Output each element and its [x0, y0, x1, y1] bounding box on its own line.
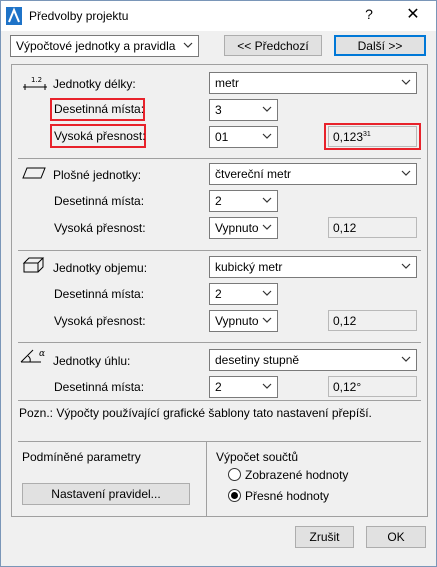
length-preview-value: 0,123 — [333, 130, 364, 144]
chevron-down-icon — [401, 79, 411, 85]
previous-button[interactable]: << Předchozí — [224, 35, 322, 56]
vertical-divider — [206, 442, 207, 516]
conditional-params-label: Podmíněné parametry — [22, 450, 141, 464]
section-select-value: Výpočtové jednotky a pravidla — [16, 39, 176, 53]
chevron-down-icon — [183, 42, 193, 48]
preferences-dialog: Předvolby projektu ? ✕ Výpočtové jednotk… — [0, 0, 437, 567]
chevron-down-icon — [401, 356, 411, 362]
totals-label: Výpočet součtů — [216, 450, 299, 464]
length-preview: 0,12331 — [328, 126, 417, 147]
length-precision-label: Vysoká přesnost: — [54, 129, 146, 143]
angle-units-label: Jednotky úhlu: — [53, 354, 131, 368]
area-units-icon — [22, 167, 46, 179]
angle-preview: 0,12° — [328, 376, 417, 397]
divider — [18, 342, 421, 343]
angle-decimals-value: 2 — [215, 380, 222, 394]
area-precision-value: Vypnuto — [215, 221, 259, 235]
area-decimals-value: 2 — [215, 194, 222, 208]
chevron-down-icon — [262, 383, 272, 389]
length-units-label: Jednotky délky: — [53, 77, 136, 91]
divider — [18, 250, 421, 251]
cancel-button[interactable]: Zrušit — [295, 526, 354, 548]
angle-unit-value: desetiny stupně — [215, 353, 300, 367]
radio-displayed-values[interactable]: Zobrazené hodnoty — [228, 467, 408, 483]
length-decimals-value: 3 — [215, 103, 222, 117]
length-units-icon: 1.2 — [23, 76, 47, 90]
angle-unit-select[interactable]: desetiny stupně — [209, 349, 417, 371]
length-decimals-select[interactable]: 3 — [209, 99, 278, 121]
length-unit-value: metr — [215, 76, 239, 90]
volume-precision-value: Vypnuto — [215, 314, 259, 328]
chevron-down-icon — [262, 290, 272, 296]
length-icon-text: 1.2 — [31, 76, 42, 84]
ok-button[interactable]: OK — [366, 526, 426, 548]
radio-button-on[interactable] — [228, 489, 241, 502]
next-button[interactable]: Další >> — [334, 35, 426, 56]
chevron-down-icon — [262, 133, 272, 139]
chevron-down-icon — [262, 317, 272, 323]
length-preview-sup: 31 — [363, 131, 371, 138]
angle-units-icon: α — [20, 349, 45, 363]
area-decimals-label: Desetinná místa: — [54, 194, 145, 208]
angle-decimals-select[interactable]: 2 — [209, 376, 278, 398]
area-unit-value: čtvereční metr — [215, 167, 292, 181]
area-decimals-select[interactable]: 2 — [209, 190, 278, 212]
length-unit-select[interactable]: metr — [209, 72, 417, 94]
volume-precision-select[interactable]: Vypnuto — [209, 310, 278, 332]
divider — [18, 400, 421, 401]
angle-decimals-label: Desetinná místa: — [54, 380, 145, 394]
chevron-down-icon — [401, 170, 411, 176]
window-title: Předvolby projektu — [29, 9, 129, 23]
radio-button-off[interactable] — [228, 468, 241, 481]
radio-exact-values[interactable]: Přesné hodnoty — [228, 488, 408, 504]
length-precision-value: 01 — [215, 130, 229, 144]
radio-exact-label: Přesné hodnoty — [245, 489, 330, 503]
volume-decimals-select[interactable]: 2 — [209, 283, 278, 305]
divider — [18, 441, 421, 442]
title-bar: Předvolby projektu ? ✕ — [1, 1, 436, 31]
area-precision-select[interactable]: Vypnuto — [209, 217, 278, 239]
area-units-label: Plošné jednotky: — [53, 168, 142, 182]
radio-displayed-label: Zobrazené hodnoty — [245, 468, 349, 482]
volume-unit-value: kubický metr — [215, 260, 283, 274]
length-precision-select[interactable]: 01 — [209, 126, 278, 148]
close-icon[interactable]: ✕ — [403, 4, 423, 24]
chevron-down-icon — [262, 197, 272, 203]
volume-units-label: Jednotky objemu: — [53, 261, 148, 275]
help-icon[interactable]: ? — [359, 6, 379, 22]
length-decimals-label: Desetinná místa: — [54, 102, 145, 116]
area-precision-label: Vysoká přesnost: — [54, 221, 146, 235]
volume-decimals-value: 2 — [215, 287, 222, 301]
volume-unit-select[interactable]: kubický metr — [209, 256, 417, 278]
rule-settings-button[interactable]: Nastavení pravidel... — [22, 483, 190, 505]
chevron-down-icon — [262, 224, 272, 230]
section-select[interactable]: Výpočtové jednotky a pravidla — [10, 35, 199, 57]
area-unit-select[interactable]: čtvereční metr — [209, 163, 417, 185]
angle-icon-text: α — [39, 349, 45, 359]
volume-decimals-label: Desetinná místa: — [54, 287, 145, 301]
volume-precision-label: Vysoká přesnost: — [54, 314, 146, 328]
area-preview: 0,12 — [328, 217, 417, 238]
volume-units-icon — [22, 257, 45, 273]
archicad-app-icon — [6, 7, 22, 25]
chevron-down-icon — [401, 263, 411, 269]
chevron-down-icon — [262, 106, 272, 112]
note-text: Pozn.: Výpočty používající grafické šabl… — [19, 406, 372, 420]
volume-preview: 0,12 — [328, 310, 417, 331]
divider — [18, 158, 421, 159]
